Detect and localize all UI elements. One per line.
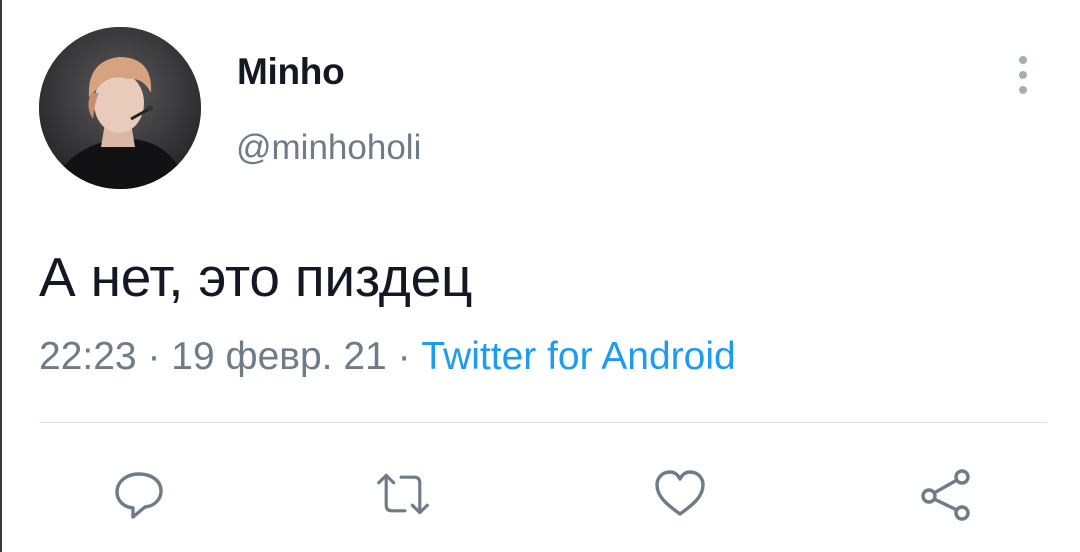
meta-separator: ·	[147, 335, 172, 378]
meta-separator: ·	[397, 335, 422, 378]
share-icon	[921, 469, 970, 521]
retweet-icon	[377, 473, 429, 515]
more-dot	[1019, 56, 1027, 64]
tweet-source-link[interactable]: Twitter for Android	[421, 335, 735, 378]
avatar-photo	[39, 27, 201, 189]
share-button[interactable]	[918, 466, 974, 522]
tweet-text: А нет, это пиздец	[39, 246, 473, 308]
more-vertical-icon[interactable]	[1007, 52, 1039, 98]
tweet-card: Minho @minhoholi А нет, это пиздец 22:23…	[0, 0, 1080, 552]
more-dot	[1019, 71, 1027, 79]
tweet-date: 19 февр. 21	[171, 335, 387, 378]
retweet-button[interactable]	[375, 466, 431, 522]
user-handle[interactable]: @minhoholi	[236, 128, 421, 168]
heart-icon	[655, 470, 705, 516]
more-dot	[1019, 86, 1027, 94]
reply-icon	[115, 472, 163, 519]
divider	[39, 422, 1047, 423]
avatar[interactable]	[39, 27, 201, 189]
tweet-time: 22:23	[39, 335, 137, 378]
reply-button[interactable]	[111, 466, 167, 522]
like-button[interactable]	[652, 466, 708, 522]
tweet-meta: 22:23 · 19 февр. 21 · Twitter for Androi…	[39, 335, 736, 379]
display-name[interactable]: Minho	[237, 51, 345, 93]
